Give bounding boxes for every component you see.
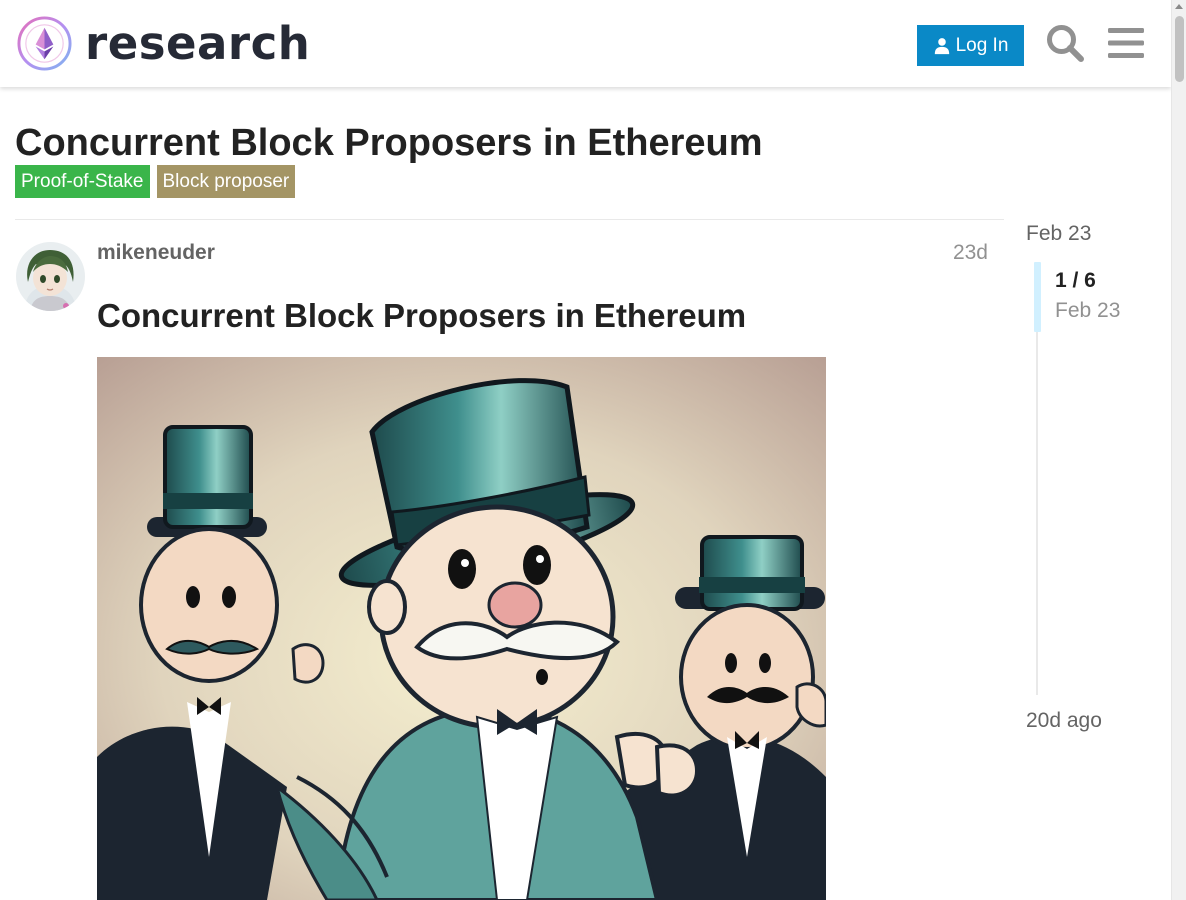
search-button[interactable] — [1043, 21, 1087, 65]
monopoly-men-illustration — [97, 357, 826, 900]
user-avatar-image — [16, 242, 85, 311]
scroll-thumb[interactable] — [1175, 16, 1184, 82]
timeline-end-label[interactable]: 20d ago — [1026, 708, 1102, 734]
timeline-position: 1 / 6 — [1055, 269, 1096, 292]
tag-proof-of-stake[interactable]: Proof-of-Stake — [15, 165, 150, 198]
log-in-button[interactable]: Log In — [917, 25, 1024, 66]
page: research Log In Concurrent Block Propose… — [0, 0, 1186, 900]
timeline-scroll-handle[interactable] — [1034, 262, 1041, 332]
topic-title[interactable]: Concurrent Block Proposers in Ethereum — [15, 121, 763, 165]
log-in-label: Log In — [955, 34, 1009, 56]
title-divider — [15, 219, 1004, 220]
tag-block-proposer[interactable]: Block proposer — [156, 165, 296, 198]
scroll-up-arrow-icon[interactable] — [1175, 4, 1183, 9]
avatar[interactable] — [16, 242, 85, 311]
site-logo[interactable]: research — [16, 15, 310, 72]
timeline-position-date: Feb 23 — [1055, 299, 1121, 322]
hamburger-menu-button[interactable] — [1104, 21, 1148, 65]
post-illustration-image[interactable] — [97, 357, 826, 900]
ethereum-research-logo-icon — [17, 16, 72, 71]
post-age[interactable]: 23d — [940, 240, 988, 266]
page-scrollbar[interactable] — [1171, 0, 1186, 900]
post-heading: Concurrent Block Proposers in Ethereum — [97, 297, 747, 334]
hamburger-menu-icon — [1108, 28, 1144, 58]
user-icon — [934, 37, 949, 54]
timeline-start-date[interactable]: Feb 23 — [1026, 221, 1091, 247]
site-header: research Log In — [0, 0, 1171, 87]
logo-wordmark: research — [85, 17, 311, 70]
search-icon — [1047, 25, 1084, 62]
topic-tags: Proof-of-Stake Block proposer — [15, 165, 296, 198]
post-author-username[interactable]: mikeneuder — [97, 240, 215, 266]
